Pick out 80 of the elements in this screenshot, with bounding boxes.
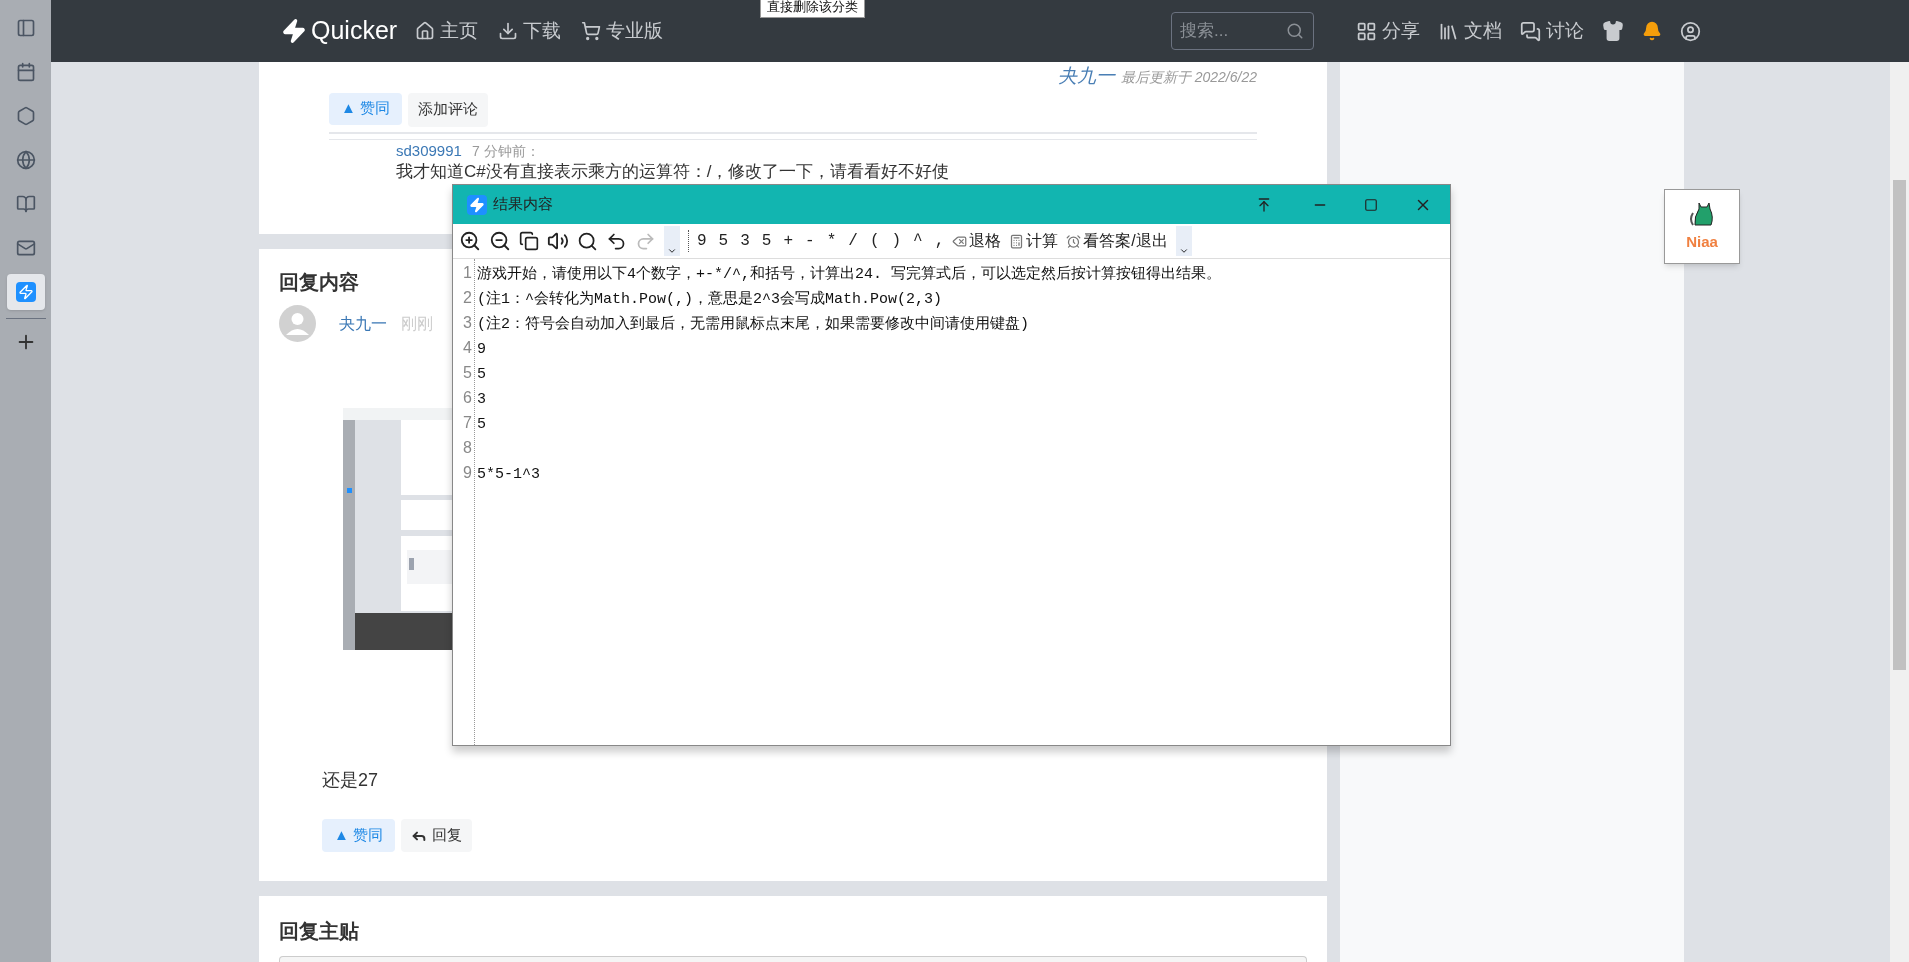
nav-link[interactable]: 下载 bbox=[498, 16, 562, 46]
chevron-icon bbox=[1178, 246, 1189, 256]
symbol-button[interactable]: - bbox=[805, 229, 815, 253]
chat-icon bbox=[1520, 20, 1541, 42]
backspace-icon bbox=[952, 233, 968, 249]
nav-link[interactable]: 讨论 bbox=[1520, 16, 1584, 46]
home-icon bbox=[415, 21, 436, 41]
user-icon[interactable] bbox=[1680, 20, 1701, 42]
line-number: 1 bbox=[463, 263, 472, 283]
search-icon[interactable] bbox=[577, 230, 598, 252]
nav-link[interactable]: 分享 bbox=[1356, 16, 1420, 46]
reply-button[interactable]: 回复 bbox=[401, 819, 472, 852]
action-button[interactable]: 看答案/退出 bbox=[1066, 229, 1168, 253]
line-number: 9 bbox=[463, 463, 472, 483]
grid-icon bbox=[1356, 20, 1377, 42]
updated-date: 最后更新于 2022/6/22 bbox=[1120, 68, 1257, 87]
chevron-icon bbox=[667, 246, 677, 256]
nav-link[interactable]: 主页 bbox=[415, 16, 479, 46]
editor[interactable]: 1 2 3 4 5 6 7 8 9 游戏开始，请使用以下4个数字，+-*/^,和括号，计算出24. 写完算式后，可以选定然后按计算按钮得出结果。 (注1：^会转化为Math.Pow(,)，意思是2^3会写成Math.Pow(2,3) (注2：符号会自动加入到最后，无需用鼠标点末尾，如果需要修改中间请使用键盘) 9 5 3 5 5*5-1^3 bbox=[453, 259, 1450, 745]
symbol-button[interactable]: * bbox=[826, 229, 837, 253]
widget-label: Niaa bbox=[1686, 232, 1718, 253]
bolt-icon bbox=[281, 18, 307, 44]
symbol-button[interactable]: ( bbox=[869, 229, 880, 253]
copy-icon[interactable] bbox=[519, 231, 539, 251]
tooltip: 直接删除该分类 bbox=[760, 0, 865, 18]
line-number: 8 bbox=[463, 438, 472, 458]
comment-text: 我才知道C#没有直接表示乘方的运算符：/，修改了一下，请看看好不好使 bbox=[396, 162, 950, 181]
nav-link[interactable]: 专业版 bbox=[581, 16, 664, 46]
comment-user[interactable]: sd309991 bbox=[396, 139, 462, 162]
zoom-in-icon[interactable] bbox=[459, 230, 481, 252]
code-line: 游戏开始，请使用以下4个数字，+-*/^,和括号，计算出24. 写完算式后，可以选定然后按计算按钮得出结果。 bbox=[477, 266, 1222, 283]
section-title: 回复内容 bbox=[279, 270, 359, 295]
section-title: 回复主贴 bbox=[279, 919, 359, 944]
code-line: 5 bbox=[477, 366, 486, 383]
scrollbar-thumb[interactable] bbox=[1893, 180, 1906, 670]
code-line: 9 bbox=[477, 341, 486, 358]
reply-text: 还是27 bbox=[322, 769, 380, 792]
line-number: 4 bbox=[463, 338, 472, 358]
line-number: 5 bbox=[463, 363, 472, 383]
symbol-button[interactable]: 9 bbox=[697, 229, 707, 253]
window-title: 结果内容 bbox=[493, 194, 553, 215]
symbol-button[interactable]: , bbox=[934, 229, 945, 253]
code-line: (注2：符号会自动加入到最后，无需用鼠标点末尾，如果需要修改中间请使用键盘) bbox=[477, 316, 1029, 333]
brand-link[interactable]: Quicker bbox=[281, 12, 398, 50]
comment-time: 7 分钟前： bbox=[471, 141, 540, 161]
line-number: 2 bbox=[463, 288, 472, 308]
code-line: 5*5-1^3 bbox=[477, 466, 540, 483]
line-number: 6 bbox=[463, 388, 472, 408]
code-line: (注1：^会转化为Math.Pow(,)，意思是2^3会写成Math.Pow(2,3) bbox=[477, 291, 943, 308]
download-icon bbox=[498, 21, 519, 41]
shirt-icon[interactable] bbox=[1602, 20, 1624, 42]
nav-link[interactable]: 文档 bbox=[1438, 16, 1502, 46]
action-button[interactable]: 计算 bbox=[1009, 229, 1059, 253]
avatar-icon bbox=[279, 305, 316, 342]
answer-icon bbox=[1066, 233, 1082, 249]
action-button[interactable]: 退格 bbox=[952, 229, 1002, 253]
app-icon bbox=[467, 194, 487, 215]
code-line: 3 bbox=[477, 391, 486, 408]
comment-button[interactable]: 添加评论 bbox=[408, 92, 488, 127]
dock-app-icon[interactable] bbox=[6, 274, 45, 310]
author-link[interactable]: 夬九一 bbox=[1057, 62, 1115, 91]
symbol-button[interactable]: + bbox=[783, 229, 794, 253]
calc-icon bbox=[1009, 233, 1025, 249]
search-field[interactable]: 搜索... bbox=[1171, 12, 1314, 50]
symbol-button[interactable]: ) bbox=[891, 229, 902, 253]
author-link[interactable]: 夬九一 bbox=[339, 311, 387, 336]
symbol-button[interactable]: ^ bbox=[913, 229, 923, 253]
zoom-out-icon[interactable] bbox=[489, 230, 511, 252]
symbol-button[interactable]: 5 bbox=[718, 229, 729, 253]
maximize-button[interactable] bbox=[1364, 197, 1378, 212]
line-number: 3 bbox=[463, 313, 472, 333]
cart-icon bbox=[581, 21, 602, 41]
symbol-button[interactable]: 5 bbox=[761, 229, 772, 253]
symbol-button[interactable]: / bbox=[848, 229, 858, 253]
pin-button[interactable] bbox=[1256, 196, 1272, 213]
line-number: 7 bbox=[463, 413, 472, 433]
symbol-button[interactable]: 3 bbox=[740, 229, 750, 253]
bell-icon[interactable] bbox=[1642, 21, 1662, 41]
code-line: 5 bbox=[477, 416, 486, 433]
speaker-icon[interactable] bbox=[547, 230, 569, 252]
